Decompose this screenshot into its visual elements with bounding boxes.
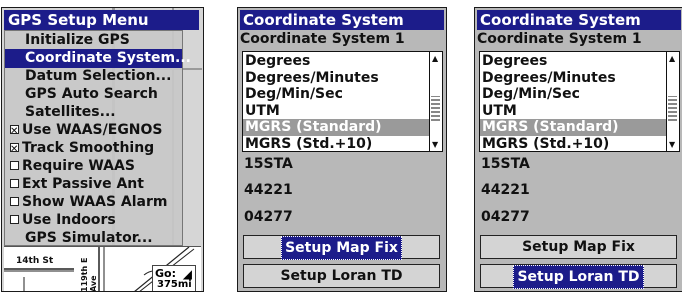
- menu-item-label: Satellites...: [25, 104, 116, 120]
- menu-item[interactable]: Initialize GPS: [5, 31, 182, 50]
- menu-item[interactable]: Ext Passive Ant: [5, 175, 182, 194]
- scroll-down-icon[interactable]: ▼: [669, 140, 675, 149]
- setup-loran-td-label: Setup Loran TD: [513, 265, 644, 289]
- list-option[interactable]: MGRS (Standard): [243, 119, 429, 137]
- checkbox-unchecked-icon[interactable]: [10, 197, 19, 206]
- list-option[interactable]: MGRS (Std.+10): [243, 136, 429, 151]
- list-option[interactable]: UTM: [480, 103, 666, 120]
- scroll-down-icon[interactable]: ▼: [432, 140, 438, 149]
- menu-item[interactable]: Track Smoothing: [5, 139, 182, 159]
- menu-item-label: Initialize GPS: [25, 32, 130, 48]
- coord-easting: 44221: [244, 182, 293, 198]
- menu-item-label: Coordinate System...: [25, 50, 191, 66]
- menu-item-label: Use Indoors: [22, 212, 116, 228]
- setup-map-fix-label: Setup Map Fix: [522, 239, 635, 255]
- menu-item[interactable]: Use Indoors: [5, 211, 182, 230]
- setup-map-fix-label: Setup Map Fix: [281, 236, 402, 260]
- menu-item-label: Show WAAS Alarm: [22, 194, 168, 210]
- checkbox-unchecked-icon[interactable]: [10, 161, 19, 170]
- list-option[interactable]: Deg/Min/Sec: [480, 86, 666, 103]
- list-scrollbar[interactable]: ▲ ▼: [429, 52, 442, 151]
- menu-item-label: Use WAAS/EGNOS: [22, 122, 163, 138]
- setup-loran-td-button[interactable]: Setup Loran TD: [243, 264, 440, 288]
- menu-item-label: Track Smoothing: [22, 140, 155, 156]
- menu-item-label: Ext Passive Ant: [22, 176, 144, 192]
- menu-item[interactable]: Show WAAS Alarm: [5, 193, 182, 212]
- checkbox-checked-icon[interactable]: [10, 140, 19, 159]
- coordinate-format-list[interactable]: MGRS (Std.+10) MGRS (Standard) UTM Deg/Min/…: [479, 51, 680, 152]
- menu-item-label: GPS Auto Search: [25, 86, 158, 102]
- menu-item[interactable]: Use WAAS/EGNOS: [5, 121, 182, 141]
- gps-setup-menu: Initialize GPS Coordinate System... Datum …: [4, 30, 191, 246]
- coord-easting: 44221: [481, 182, 530, 198]
- setup-map-fix-button[interactable]: Setup Map Fix: [480, 235, 677, 259]
- distance-readout: 375mi: [157, 279, 192, 290]
- list-option[interactable]: Deg/Min/Sec: [243, 86, 429, 103]
- menu-item[interactable]: Require WAAS: [5, 157, 182, 176]
- checkbox-unchecked-icon[interactable]: [10, 215, 19, 224]
- coord-zone: 15STA: [481, 156, 530, 172]
- coordinate-system-panel-a: Coordinate System Coordinate System 1 MG…: [237, 7, 447, 292]
- scroll-up-icon[interactable]: ▲: [669, 54, 675, 63]
- setup-map-fix-button[interactable]: Setup Map Fix: [243, 235, 440, 260]
- checkbox-checked-icon[interactable]: [10, 122, 19, 141]
- goto-box: Go: ◢ 375mi: [152, 265, 196, 291]
- list-option[interactable]: MGRS (Standard): [480, 119, 666, 137]
- checkbox-unchecked-icon[interactable]: [10, 179, 19, 188]
- coord-zone: 15STA: [244, 156, 293, 172]
- dialog-title: Coordinate System: [477, 10, 681, 30]
- menu-item-label: Require WAAS: [22, 158, 135, 174]
- dialog-subtitle: Coordinate System 1: [240, 31, 405, 47]
- menu-item[interactable]: Datum Selection...: [5, 67, 182, 86]
- street-label-vertical: 119th E Ave: [80, 257, 98, 292]
- menu-item-label: Datum Selection...: [25, 68, 172, 84]
- coord-northing: 04277: [481, 209, 530, 225]
- map-strip: 14th St 119th E Ave Go: ◢ 375mi: [4, 246, 201, 292]
- street-label: 14th St: [16, 256, 54, 266]
- scroll-thumb[interactable]: [668, 96, 677, 121]
- list-option[interactable]: Degrees: [480, 53, 666, 70]
- coordinate-system-panel-b: Coordinate System Coordinate System 1 MG…: [474, 7, 682, 292]
- menu-title: GPS Setup Menu: [4, 10, 199, 30]
- dialog-title: Coordinate System: [240, 10, 444, 30]
- scroll-thumb[interactable]: [431, 96, 440, 121]
- dialog-subtitle: Coordinate System 1: [477, 31, 642, 47]
- list-option[interactable]: UTM: [243, 103, 429, 120]
- list-option[interactable]: Degrees/Minutes: [243, 70, 429, 87]
- coord-northing: 04277: [244, 209, 293, 225]
- setup-loran-td-button[interactable]: Setup Loran TD: [480, 264, 677, 289]
- menu-item[interactable]: Coordinate System...: [5, 49, 191, 68]
- list-option[interactable]: Degrees: [243, 53, 429, 70]
- list-option[interactable]: MGRS (Std.+10): [480, 136, 666, 151]
- scroll-up-icon[interactable]: ▲: [432, 54, 438, 63]
- list-option[interactable]: Degrees/Minutes: [480, 70, 666, 87]
- gps-setup-panel: GPS Setup Menu Initialize GPS Coordinate …: [1, 7, 204, 292]
- menu-item[interactable]: GPS Auto Search: [5, 85, 182, 104]
- coordinate-format-list[interactable]: MGRS (Std.+10) MGRS (Standard) UTM Deg/Min/…: [242, 51, 443, 152]
- list-scrollbar[interactable]: ▲ ▼: [666, 52, 679, 151]
- setup-loran-td-label: Setup Loran TD: [280, 268, 403, 284]
- menu-item[interactable]: Satellites...: [5, 103, 182, 122]
